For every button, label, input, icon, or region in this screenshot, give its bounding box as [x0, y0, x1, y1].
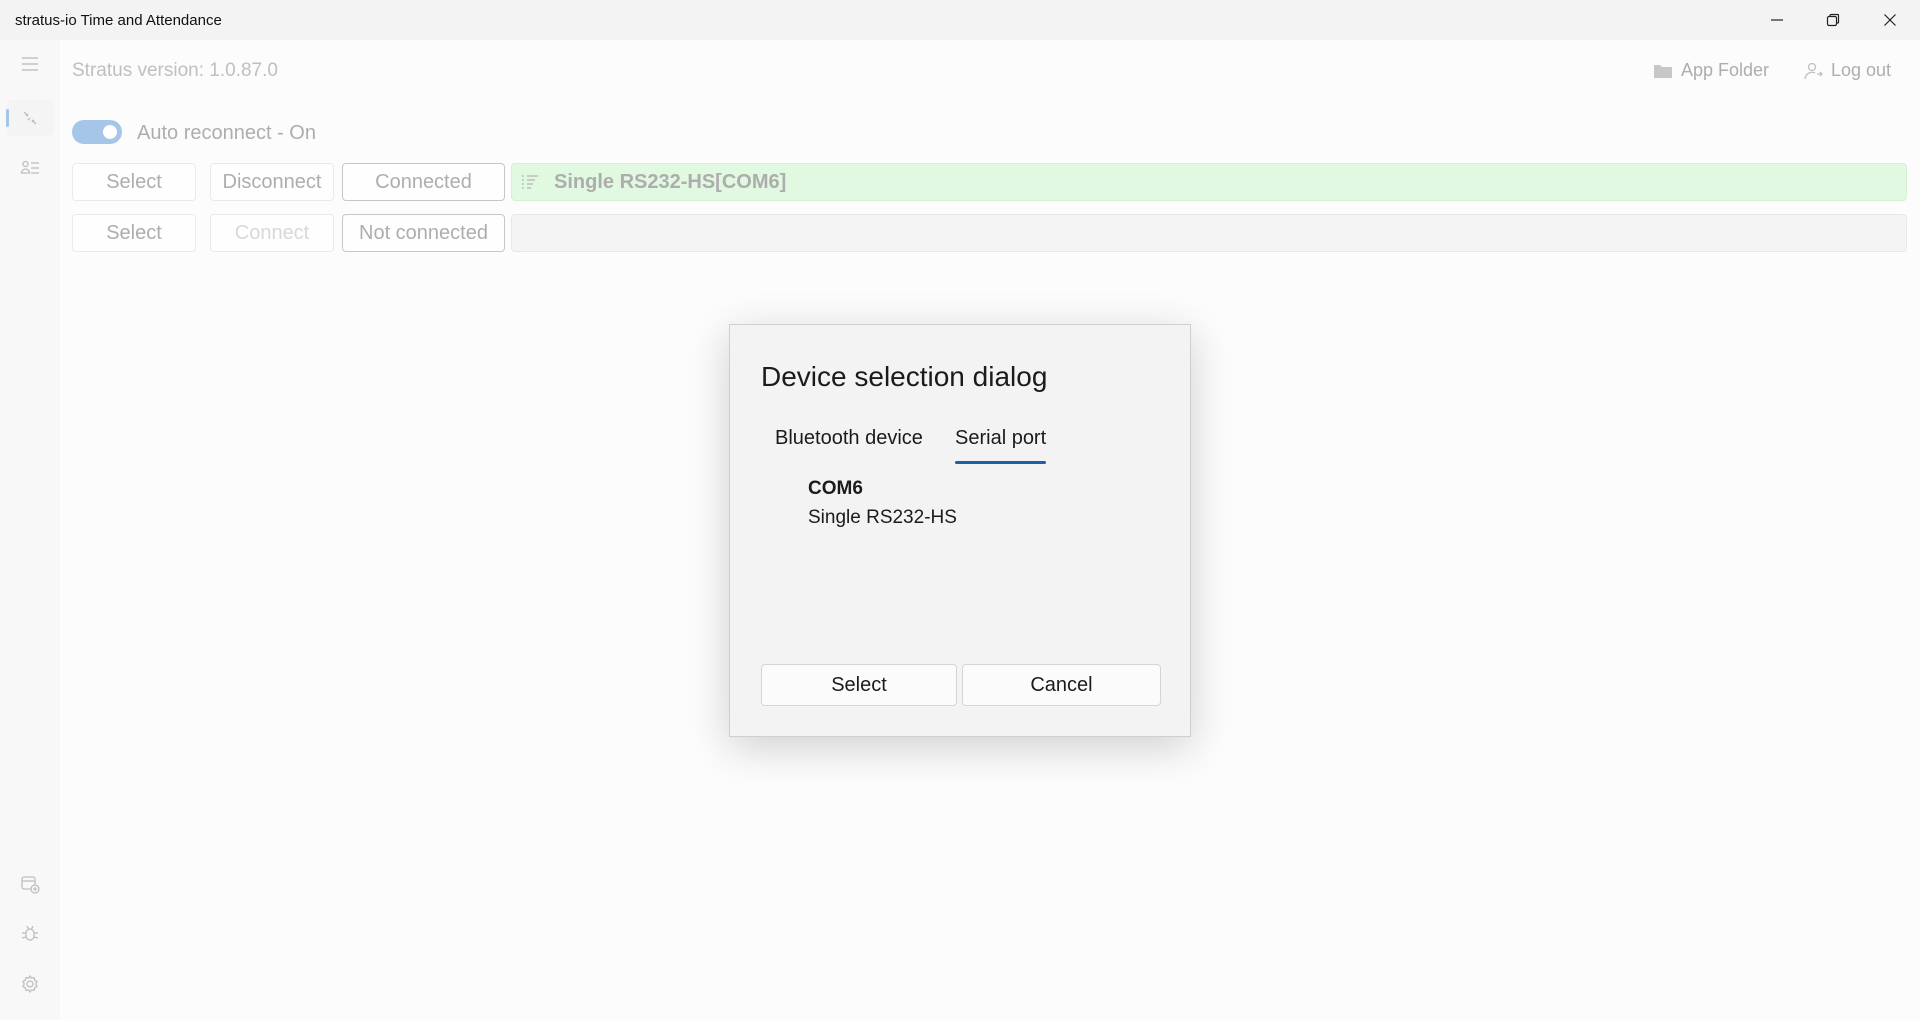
minimize-icon — [1771, 19, 1783, 21]
dialog-select-button[interactable]: Select — [761, 664, 957, 706]
window-title: stratus-io Time and Attendance — [15, 12, 222, 29]
restore-icon — [1826, 13, 1840, 27]
serial-port-list-item[interactable]: COM6 Single RS232-HS — [808, 478, 957, 529]
minimize-button[interactable] — [1749, 0, 1805, 40]
restore-button[interactable] — [1805, 0, 1861, 40]
device-selection-dialog: Device selection dialog Bluetooth device… — [729, 324, 1191, 737]
dialog-cancel-button[interactable]: Cancel — [962, 664, 1161, 706]
close-window-button[interactable] — [1862, 0, 1918, 40]
port-name: COM6 — [808, 478, 863, 499]
tab-serial-port[interactable]: Serial port — [955, 427, 1047, 464]
dialog-title: Device selection dialog — [761, 361, 1048, 392]
close-icon — [1884, 14, 1896, 26]
window-title-bar: stratus-io Time and Attendance — [0, 0, 1920, 40]
tab-bluetooth-device[interactable]: Bluetooth device — [775, 427, 923, 450]
port-description: Single RS232-HS — [808, 507, 957, 528]
